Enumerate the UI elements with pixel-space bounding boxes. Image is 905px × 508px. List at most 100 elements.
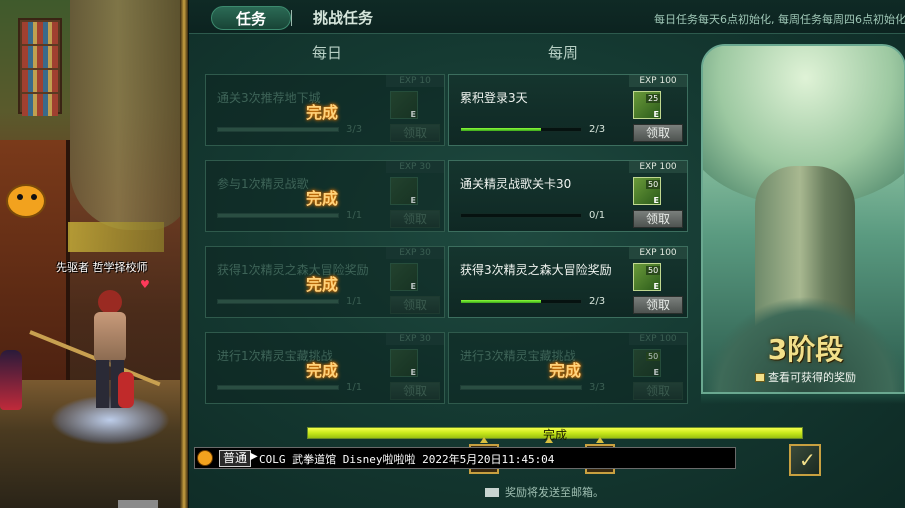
quest-count: 1/1 [346,296,363,307]
completed-label: 完成 [306,275,339,294]
reward-item-icon[interactable]: 25 [633,91,661,119]
pet-character [118,372,134,408]
daily-column-title: 每日 [311,44,342,62]
daily-quest-card: EXP 10通关3次推荐地下城3/3领取完成 [205,74,445,146]
reward-box-icon [755,373,765,382]
npc-character[interactable] [0,350,22,410]
tab-divider [291,10,292,26]
quest-progress-fill [461,300,542,303]
weekly-column-title: 每周 [547,44,578,62]
exp-label: EXP 100 [629,75,687,87]
tab-task[interactable]: 任务 [211,6,291,30]
quest-progress-bar [460,299,582,304]
quest-progress-bar [217,385,339,390]
quest-progress-bar [460,213,582,218]
frame-divider [180,0,188,508]
daily-quest-card: EXP 30 获得1次精灵之森大冒险奖励 1/1 领取 完成 [205,246,445,318]
quest-name: 通关精灵战歌关卡30 [460,177,572,191]
npc-nameplate[interactable]: 先驱者 哲学择校师 [56,259,148,275]
claim-button[interactable]: 领取 [633,124,683,142]
mail-icon [485,488,499,497]
chat-arrow-icon: ▶ [250,451,258,462]
reward-item-icon[interactable] [390,91,418,119]
mail-note-text: 奖励将发送至邮箱。 [505,486,604,499]
mascot-icon[interactable] [6,184,46,218]
quest-count: 1/1 [346,210,363,221]
quest-count: 3/3 [589,382,606,393]
view-rewards-label: 查看可获得的奖励 [768,371,856,384]
game-scene: 先驱者 哲学择校师 ♥ [0,0,186,508]
quest-name: 累积登录3天 [460,91,528,105]
reward-quantity: 50 [646,180,661,189]
reward-quantity: 50 [646,266,661,275]
stage-level: 3阶段 [767,333,844,366]
stage-progress-label: 完成 [542,428,567,442]
quest-progress-fill [218,386,338,389]
heart-icon: ♥ [140,278,150,291]
stage-panel: 3阶段 查看可获得的奖励 [701,44,905,394]
quest-panel: 任务 挑战任务 每日任务每天6点初始化, 每周任务每周四6点初始化 每日 每周 … [188,0,905,508]
quest-progress-fill [218,128,338,131]
completed-label: 完成 [549,361,582,380]
chat-message: COLG 武拳道馆 Disney啦啦啦 2022年5月20日11:45:04 [259,453,555,466]
claim-button[interactable]: 领取 [633,382,683,400]
quest-progress-fill [218,214,338,217]
quest-count: 2/3 [589,124,606,135]
completed-label: 完成 [306,189,339,208]
exp-label: EXP 100 [629,333,687,345]
quest-count: 0/1 [589,210,606,221]
completed-label: 完成 [306,103,339,122]
quest-count: 1/1 [346,382,363,393]
chat-emote-icon[interactable] [197,450,213,466]
chat-channel[interactable]: 普通 [219,450,252,467]
exp-label: EXP 30 [386,247,444,259]
reward-item-icon[interactable] [390,263,418,291]
weekly-quest-card: EXP 100 获得3次精灵之森大冒险奖励 2/3 50 领取 [448,246,688,318]
mail-note: 奖励将发送至邮箱。 [485,484,604,500]
quest-progress-bar [217,213,339,218]
quest-progress-fill [461,128,542,131]
quest-name: 获得1次精灵之森大冒险奖励 [217,263,369,277]
bookshelf [18,18,62,116]
reward-quantity: 50 [646,352,661,361]
quest-progress-bar [460,127,582,132]
stage-panel-shadow [701,394,905,404]
quest-progress-bar [217,299,339,304]
daily-quest-card: EXP 30进行1次精灵宝藏挑战1/1领取完成 [205,332,445,404]
claim-button[interactable]: 领取 [390,124,440,142]
view-rewards-link[interactable]: 查看可获得的奖励 [703,369,904,385]
exp-label: EXP 10 [386,75,444,87]
exp-label: EXP 30 [386,161,444,173]
quest-count: 2/3 [589,296,606,307]
exp-label: EXP 100 [629,247,687,259]
claim-button[interactable]: 领取 [390,382,440,400]
reset-note: 每日任务每天6点初始化, 每周任务每周四6点初始化 [654,13,905,26]
quest-progress-fill [218,300,338,303]
daily-quest-card: EXP 30 参与1次精灵战歌 1/1 领取 完成 [205,160,445,232]
weekly-quest-card: EXP 100进行3次精灵宝藏挑战3/350领取完成 [448,332,688,404]
completed-label: 完成 [306,361,339,380]
tree-trunk [70,0,186,230]
quest-name: 获得3次精灵之森大冒险奖励 [460,263,612,277]
quest-progress-fill [461,386,581,389]
reward-item-icon[interactable]: 50 [633,177,661,205]
quest-name: 参与1次精灵战歌 [217,177,309,191]
exp-label: EXP 100 [629,161,687,173]
claim-button[interactable]: 领取 [390,210,440,228]
claim-button[interactable]: 领取 [633,210,683,228]
claim-button[interactable]: 领取 [390,296,440,314]
quest-progress-bar [217,127,339,132]
reward-quantity: 25 [646,94,661,103]
sign-board [68,222,164,252]
weekly-quest-card: EXP 100 通关精灵战歌关卡30 0/1 50 领取 [448,160,688,232]
chest-object [118,500,158,508]
quest-count: 3/3 [346,124,363,135]
claim-button[interactable]: 领取 [633,296,683,314]
reward-item-icon[interactable] [390,349,418,377]
reward-item-icon[interactable]: 50 [633,349,661,377]
chat-bar[interactable]: 普通 ▶ COLG 武拳道馆 Disney啦啦啦 2022年5月20日11:45… [194,447,736,469]
reward-item-icon[interactable]: 50 [633,263,661,291]
final-reward-icon[interactable] [789,444,821,476]
tab-challenge-task[interactable]: 挑战任务 [313,6,373,30]
reward-item-icon[interactable] [390,177,418,205]
